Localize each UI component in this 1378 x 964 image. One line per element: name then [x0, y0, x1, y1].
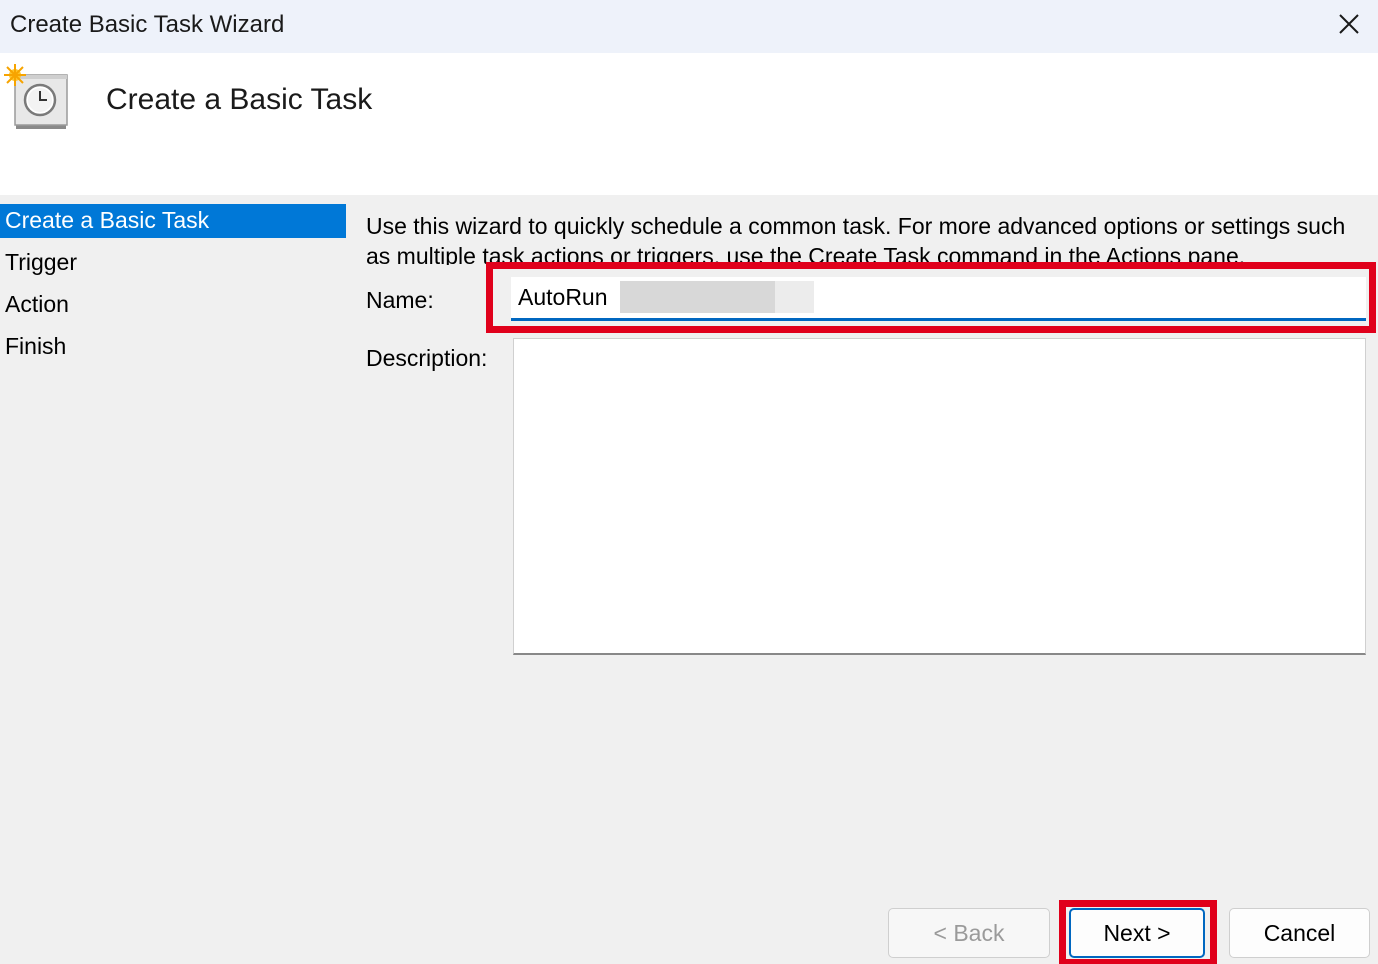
page-title: Create a Basic Task	[106, 83, 373, 116]
close-button[interactable]	[1320, 0, 1378, 48]
step-trigger[interactable]: Trigger	[0, 246, 346, 280]
step-action[interactable]: Action	[0, 288, 346, 322]
description-label: Description:	[366, 345, 488, 371]
step-create-basic-task[interactable]: Create a Basic Task	[0, 204, 346, 238]
redacted-text	[620, 281, 814, 313]
task-scheduler-clock-icon	[4, 64, 68, 129]
wizard-header: Create a Basic Task	[0, 53, 1378, 195]
title-bar: Create Basic Task Wizard	[0, 0, 1378, 53]
description-textarea[interactable]	[513, 338, 1366, 655]
step-finish[interactable]: Finish	[0, 330, 346, 364]
close-icon	[1339, 14, 1359, 34]
next-button[interactable]: Next >	[1069, 908, 1205, 958]
name-label: Name:	[366, 287, 434, 313]
window-title: Create Basic Task Wizard	[10, 11, 285, 38]
back-button[interactable]: < Back	[888, 908, 1050, 958]
cancel-button[interactable]: Cancel	[1229, 908, 1370, 958]
wizard-steps: Create a Basic Task Trigger Action Finis…	[0, 204, 346, 372]
intro-text: Use this wizard to quickly schedule a co…	[366, 213, 1346, 265]
